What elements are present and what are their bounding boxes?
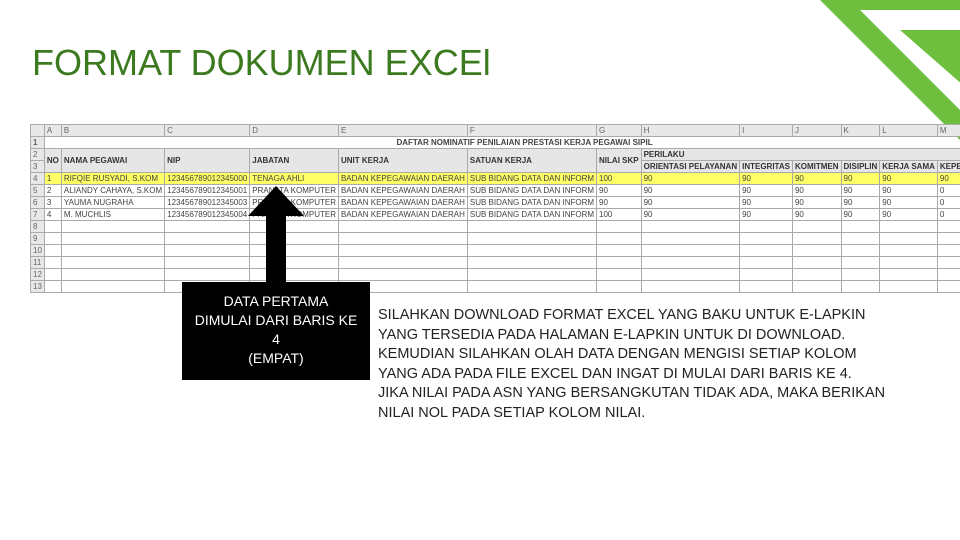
instruction-line: YANG TERSEDIA PADA HALAMAN E-LAPKIN UNTU…	[378, 326, 948, 346]
sheet-title-row: 1 DAFTAR NOMINATIF PENILAIAN PRESTASI KE…	[31, 137, 960, 149]
column-letters-row: A B C D E F G H I J K L M	[31, 125, 960, 137]
data-row: 6 3 YAUMA NUGRAHA 123456789012345003 PRA…	[31, 197, 960, 209]
instruction-line: SILAHKAN DOWNLOAD FORMAT EXCEL YANG BAKU…	[378, 306, 948, 326]
callout-line: DIMULAI DARI BARIS KE	[188, 311, 364, 330]
empty-row: 12	[31, 269, 960, 281]
instruction-line: JIKA NILAI PADA ASN YANG BERSANGKUTAN TI…	[378, 384, 948, 404]
callout-box: DATA PERTAMA DIMULAI DARI BARIS KE 4 (EM…	[182, 282, 370, 380]
slide-title: FORMAT DOKUMEN EXCEl	[32, 42, 491, 84]
callout-line: DATA PERTAMA	[188, 292, 364, 311]
arrow-up-icon	[248, 186, 304, 282]
data-row: 5 2 ALIANDY CAHAYA, S.KOM 12345678901234…	[31, 185, 960, 197]
callout-line: 4	[188, 330, 364, 349]
empty-row: 13	[31, 281, 960, 293]
empty-row: 10	[31, 245, 960, 257]
empty-row: 11	[31, 257, 960, 269]
instruction-text: SILAHKAN DOWNLOAD FORMAT EXCEL YANG BAKU…	[378, 306, 948, 423]
empty-row: 8	[31, 221, 960, 233]
instruction-line: YANG ADA PADA FILE EXCEL DAN INGAT DI MU…	[378, 365, 948, 385]
data-row: 7 4 M. MUCHLIS 123456789012345004 PRANAT…	[31, 209, 960, 221]
instruction-line: NILAI NOL PADA SETIAP KOLOM NILAI.	[378, 404, 948, 424]
empty-row: 9	[31, 233, 960, 245]
excel-screenshot: A B C D E F G H I J K L M 1 DAFTAR NOMIN…	[30, 124, 930, 293]
callout-line: (EMPAT)	[188, 349, 364, 368]
instruction-line: KEMUDIAN SILAHKAN OLAH DATA DENGAN MENGI…	[378, 345, 948, 365]
header-row-1: 2 NO NAMA PEGAWAI NIP JABATAN UNIT KERJA…	[31, 149, 960, 161]
data-row-highlighted: 4 1 RIFQIE RUSYADI, S.KOM 12345678901234…	[31, 173, 960, 185]
